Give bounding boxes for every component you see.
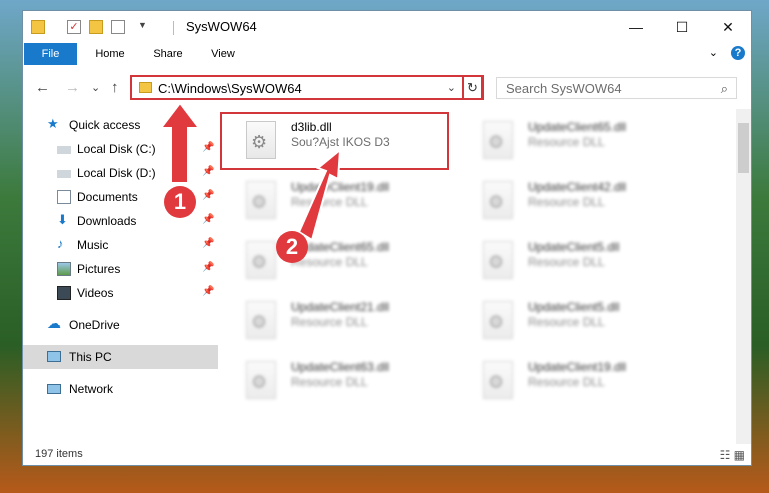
annotation-arrows (158, 101, 342, 242)
callout-2: 2 (276, 231, 308, 263)
callout-1: 1 (164, 186, 196, 218)
arrow-up (158, 101, 202, 184)
arrow-diagonal (297, 147, 342, 242)
